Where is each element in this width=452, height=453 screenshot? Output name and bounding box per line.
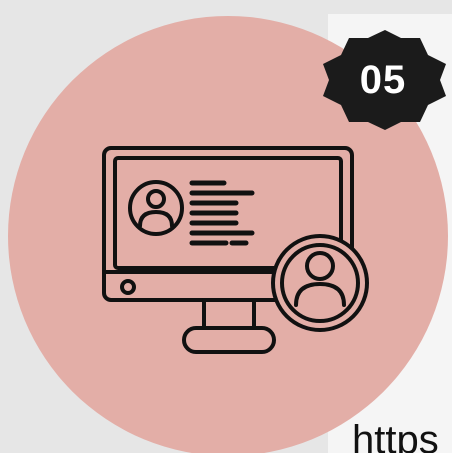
- large-user-profile-icon: [271, 234, 369, 332]
- monitor-neck: [202, 298, 256, 330]
- monitor-base: [182, 326, 276, 354]
- link-text[interactable]: https: [352, 420, 439, 453]
- slide-canvas: https 05: [0, 0, 452, 453]
- screen-avatar-icon: [128, 180, 184, 236]
- power-button-icon: [120, 279, 136, 295]
- screen-text-lines: [189, 180, 255, 246]
- step-number-badge: 05: [359, 57, 407, 102]
- monitor-with-user-profile-icon: [102, 146, 369, 354]
